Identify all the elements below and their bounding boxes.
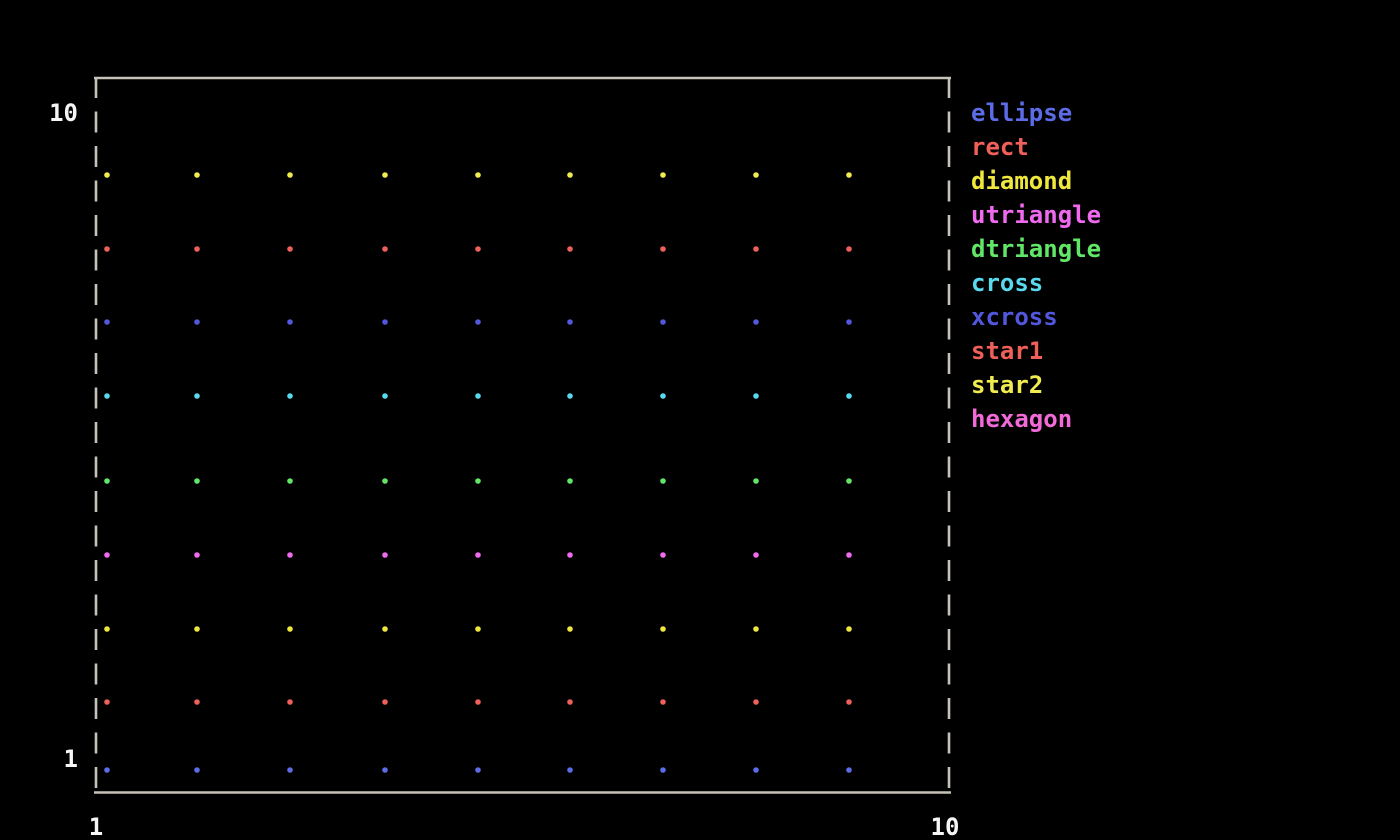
scatter-point-cross: [660, 393, 666, 399]
scatter-point-diamond: [567, 626, 573, 632]
scatter-point-cross: [287, 393, 293, 399]
scatter-point-xcross: [846, 319, 852, 325]
scatter-point-ellipse: [846, 767, 852, 773]
scatter-point-dtriangle: [194, 478, 200, 484]
legend-item-dtriangle: dtriangle: [971, 232, 1101, 266]
scatter-point-ellipse: [475, 767, 481, 773]
legend-item-star1: star1: [971, 334, 1101, 368]
scatter-point-xcross: [287, 319, 293, 325]
scatter-point-rect: [660, 699, 666, 705]
scatter-point-cross: [475, 393, 481, 399]
legend: ellipserectdiamondutriangledtrianglecros…: [971, 96, 1101, 436]
scatter-point-star2: [567, 172, 573, 178]
scatter-point-xcross: [567, 319, 573, 325]
legend-item-xcross: xcross: [971, 300, 1101, 334]
scatter-point-diamond: [194, 626, 200, 632]
scatter-point-rect: [475, 699, 481, 705]
x-tick-left: 1: [66, 810, 126, 840]
scatter-point-star2: [846, 172, 852, 178]
scatter-point-dtriangle: [660, 478, 666, 484]
legend-item-ellipse: ellipse: [971, 96, 1101, 130]
scatter-point-star1: [194, 246, 200, 252]
legend-item-hexagon: hexagon: [971, 402, 1101, 436]
scatter-point-star2: [104, 172, 110, 178]
scatter-point-ellipse: [287, 767, 293, 773]
scatter-point-utriangle: [475, 552, 481, 558]
scatter-point-rect: [104, 699, 110, 705]
scatter-point-utriangle: [846, 552, 852, 558]
scatter-point-star1: [382, 246, 388, 252]
scatter-point-star1: [287, 246, 293, 252]
scatter-point-utriangle: [660, 552, 666, 558]
scatter-point-diamond: [846, 626, 852, 632]
scatter-point-xcross: [104, 319, 110, 325]
scatter-point-utriangle: [194, 552, 200, 558]
legend-item-diamond: diamond: [971, 164, 1101, 198]
scatter-point-rect: [382, 699, 388, 705]
scatter-point-xcross: [660, 319, 666, 325]
scatter-point-xcross: [475, 319, 481, 325]
legend-item-rect: rect: [971, 130, 1101, 164]
y-tick-top: 10: [18, 96, 78, 130]
scatter-point-ellipse: [104, 767, 110, 773]
scatter-point-ellipse: [660, 767, 666, 773]
scatter-point-star1: [475, 246, 481, 252]
scatter-point-star1: [660, 246, 666, 252]
scatter-point-dtriangle: [104, 478, 110, 484]
scatter-point-star2: [194, 172, 200, 178]
scatter-point-ellipse: [567, 767, 573, 773]
scatter-point-cross: [194, 393, 200, 399]
scatter-point-utriangle: [287, 552, 293, 558]
scatter-point-star2: [287, 172, 293, 178]
plot-canvas: [0, 0, 1400, 840]
scatter-point-ellipse: [194, 767, 200, 773]
scatter-point-cross: [104, 393, 110, 399]
scatter-point-dtriangle: [753, 478, 759, 484]
scatter-point-dtriangle: [382, 478, 388, 484]
terminal-screen: 10 1 1 10 ellipserectdiamondutriangledtr…: [0, 0, 1400, 840]
scatter-point-utriangle: [382, 552, 388, 558]
scatter-point-cross: [567, 393, 573, 399]
scatter-point-diamond: [753, 626, 759, 632]
scatter-point-utriangle: [567, 552, 573, 558]
legend-item-utriangle: utriangle: [971, 198, 1101, 232]
scatter-point-rect: [194, 699, 200, 705]
scatter-point-diamond: [104, 626, 110, 632]
x-tick-right: 10: [915, 810, 975, 840]
scatter-point-xcross: [753, 319, 759, 325]
scatter-point-star2: [382, 172, 388, 178]
scatter-point-rect: [567, 699, 573, 705]
scatter-point-star1: [846, 246, 852, 252]
scatter-point-rect: [846, 699, 852, 705]
scatter-point-star2: [475, 172, 481, 178]
scatter-point-star1: [104, 246, 110, 252]
scatter-point-dtriangle: [475, 478, 481, 484]
legend-item-star2: star2: [971, 368, 1101, 402]
scatter-points-layer: [104, 172, 852, 773]
scatter-point-cross: [753, 393, 759, 399]
scatter-point-xcross: [194, 319, 200, 325]
scatter-point-ellipse: [753, 767, 759, 773]
scatter-point-utriangle: [104, 552, 110, 558]
scatter-point-dtriangle: [846, 478, 852, 484]
scatter-point-star2: [660, 172, 666, 178]
scatter-point-diamond: [287, 626, 293, 632]
scatter-point-cross: [846, 393, 852, 399]
scatter-point-star1: [753, 246, 759, 252]
scatter-point-star1: [567, 246, 573, 252]
y-tick-bottom: 1: [18, 742, 78, 776]
scatter-point-dtriangle: [567, 478, 573, 484]
scatter-point-diamond: [660, 626, 666, 632]
scatter-point-rect: [287, 699, 293, 705]
scatter-point-diamond: [382, 626, 388, 632]
scatter-point-dtriangle: [287, 478, 293, 484]
scatter-point-star2: [753, 172, 759, 178]
scatter-point-diamond: [475, 626, 481, 632]
scatter-point-ellipse: [382, 767, 388, 773]
scatter-point-rect: [753, 699, 759, 705]
legend-item-cross: cross: [971, 266, 1101, 300]
scatter-point-utriangle: [753, 552, 759, 558]
scatter-point-xcross: [382, 319, 388, 325]
scatter-point-cross: [382, 393, 388, 399]
